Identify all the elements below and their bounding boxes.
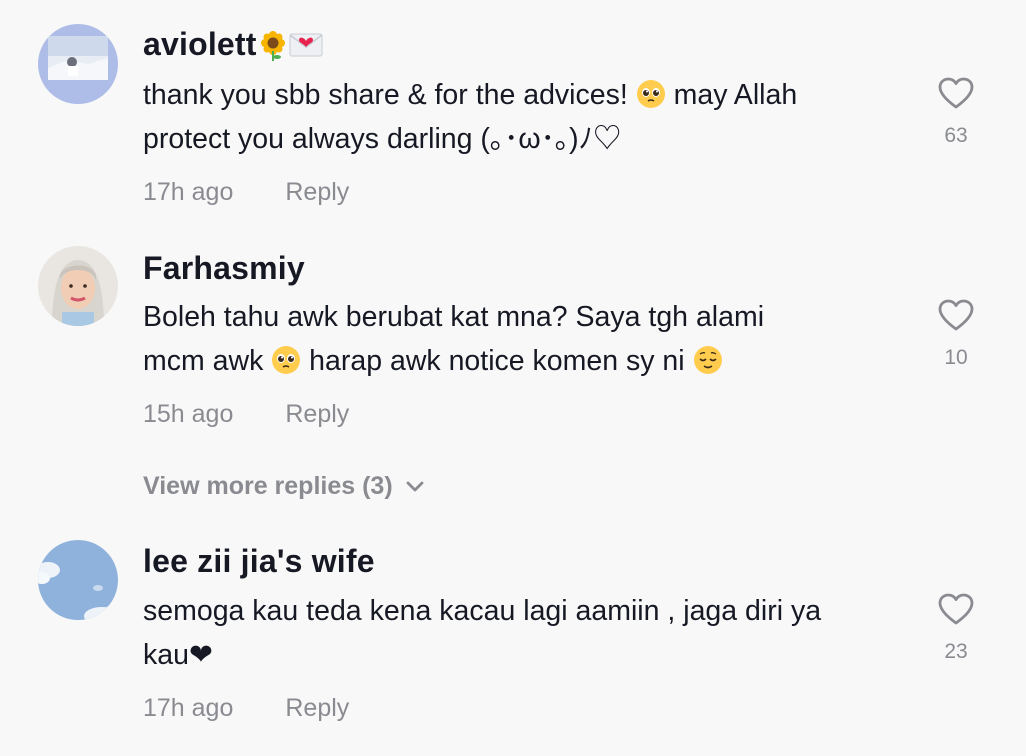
avatar[interactable] <box>38 246 118 326</box>
chevron-down-icon <box>406 481 424 492</box>
pleading-face-emoji <box>272 346 301 374</box>
like-count: 10 <box>944 346 968 369</box>
username-row[interactable]: aviolett <box>143 26 323 63</box>
comment-meta: 17h ago Reply <box>143 694 349 723</box>
love-letter-emoji <box>289 26 323 62</box>
username[interactable]: aviolett <box>143 26 257 62</box>
comment-text: thank you sbb share & for the advices! m… <box>143 73 903 161</box>
comment-text-line: mcm awk <box>143 345 272 377</box>
comment-meta: 15h ago Reply <box>143 400 349 429</box>
avatar[interactable] <box>38 24 118 104</box>
comment-text-line: protect you always darling (｡･ω･｡)ﾉ♡ <box>143 123 622 155</box>
like-count: 63 <box>944 124 968 147</box>
like-button[interactable]: 63 <box>930 76 982 148</box>
timestamp: 17h ago <box>143 178 234 206</box>
relieved-face-emoji <box>693 346 722 374</box>
pleading-face-emoji <box>636 80 665 108</box>
heart-outline-icon[interactable] <box>937 592 975 626</box>
heart-outline-icon[interactable] <box>937 298 975 332</box>
comment-text-line: thank you sbb share & for the advices! <box>143 79 636 111</box>
like-count: 23 <box>944 640 968 663</box>
comment-text: Boleh tahu awk berubat kat mna? Saya tgh… <box>143 295 903 383</box>
comment-text-line: harap awk notice komen sy ni <box>301 345 693 377</box>
like-button[interactable]: 23 <box>930 592 982 664</box>
view-more-replies-button[interactable]: View more replies (3) <box>143 472 425 501</box>
view-more-replies-label: View more replies (3) <box>143 472 393 500</box>
comment-meta: 17h ago Reply <box>143 178 349 207</box>
timestamp: 17h ago <box>143 694 234 722</box>
comment-text-line: may Allah <box>665 79 798 111</box>
username[interactable]: Farhasmiy <box>143 250 305 287</box>
comment-text-line: kau❤ <box>143 639 213 671</box>
username[interactable]: lee zii jia's wife <box>143 543 375 580</box>
reply-button[interactable]: Reply <box>285 694 349 723</box>
reply-button[interactable]: Reply <box>285 178 349 207</box>
comment-text: semoga kau teda kena kacau lagi aamiin ,… <box>143 589 903 677</box>
heart-outline-icon[interactable] <box>937 76 975 110</box>
reply-button[interactable]: Reply <box>285 400 349 429</box>
sunflower-emoji <box>257 26 289 62</box>
timestamp: 15h ago <box>143 400 234 428</box>
comment-text-line: semoga kau teda kena kacau lagi aamiin ,… <box>143 595 822 627</box>
comment-text-line: Boleh tahu awk berubat kat mna? Saya tgh… <box>143 301 765 333</box>
avatar[interactable] <box>38 540 118 620</box>
like-button[interactable]: 10 <box>930 298 982 370</box>
